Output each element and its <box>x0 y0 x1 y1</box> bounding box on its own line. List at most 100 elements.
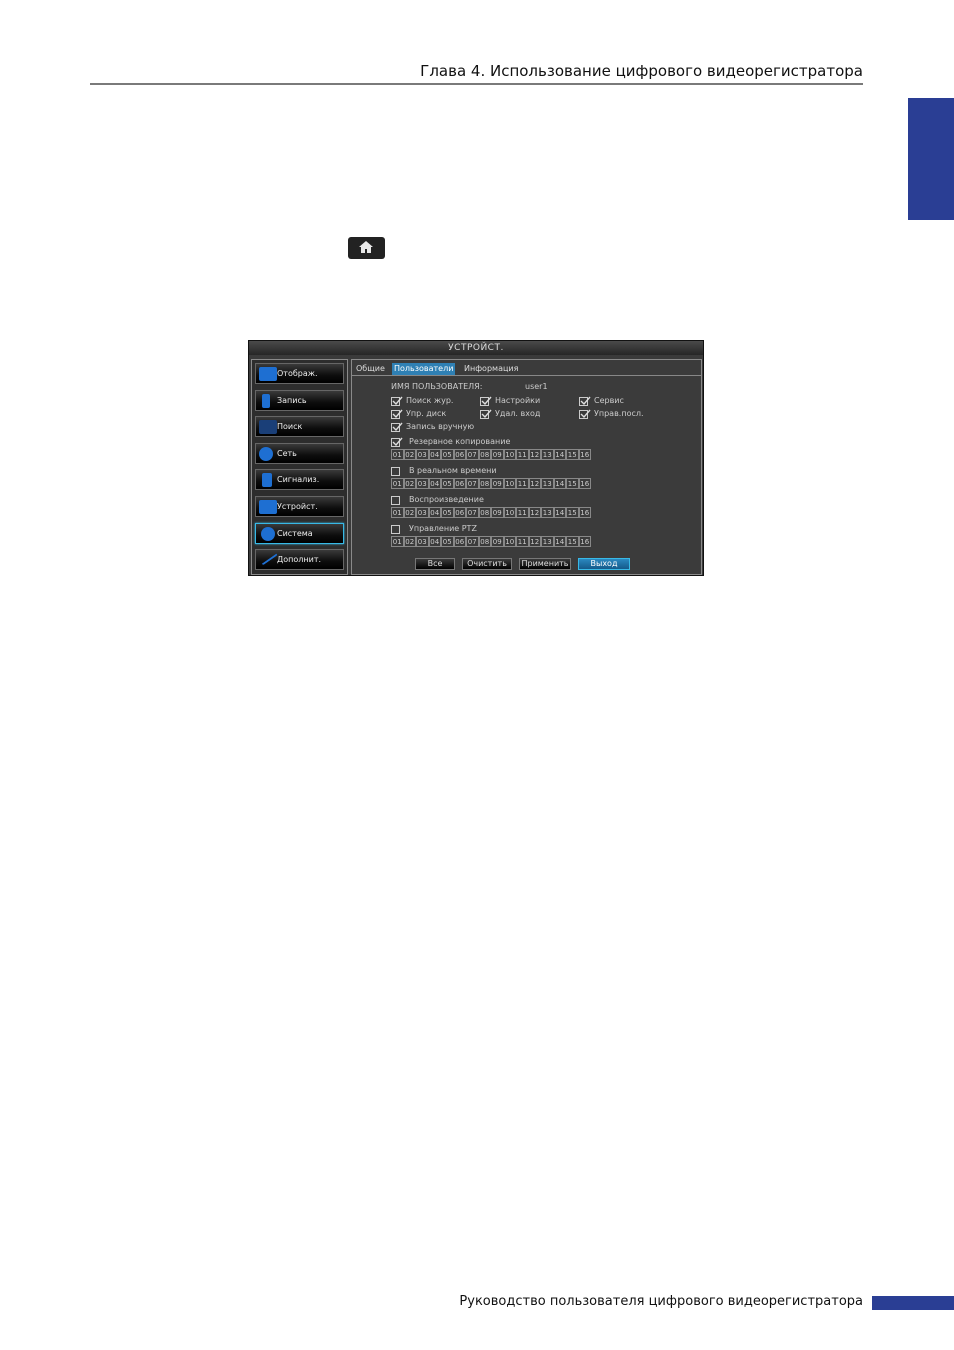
checkbox-disk-mgmt[interactable] <box>391 409 403 419</box>
channel-cell[interactable]: 11 <box>516 449 529 460</box>
tab-info[interactable]: Информация <box>462 363 520 375</box>
checkbox-remote-login[interactable] <box>480 409 492 419</box>
channel-row-live: 01 02 03 04 05 06 07 08 09 10 11 12 13 14 15 16 <box>391 478 591 489</box>
channel-cell[interactable]: 07 <box>466 449 479 460</box>
checkbox-playback[interactable] <box>391 496 400 505</box>
checkbox-manual-record[interactable] <box>391 422 403 432</box>
channel-cell[interactable]: 01 <box>391 536 404 547</box>
channel-cell[interactable]: 16 <box>578 478 591 489</box>
tab-users[interactable]: Пользователи <box>392 363 456 375</box>
checkbox-live[interactable] <box>391 467 400 476</box>
channel-cell[interactable]: 05 <box>441 536 454 547</box>
channel-cell[interactable]: 15 <box>566 536 579 547</box>
channel-cell[interactable]: 11 <box>516 507 529 518</box>
channel-cell[interactable]: 13 <box>541 507 554 518</box>
select-all-button[interactable]: Все <box>415 558 455 570</box>
checkbox-service[interactable] <box>579 396 591 406</box>
channel-cell[interactable]: 07 <box>466 478 479 489</box>
channel-cell[interactable]: 01 <box>391 449 404 460</box>
channel-cell[interactable]: 05 <box>441 478 454 489</box>
menu-item-system[interactable]: Система <box>255 523 344 544</box>
channel-cell[interactable]: 15 <box>566 478 579 489</box>
channel-cell[interactable]: 13 <box>541 478 554 489</box>
channel-cell[interactable]: 15 <box>566 449 579 460</box>
menu-item-display[interactable]: Отображ. <box>255 363 344 384</box>
menu-item-network[interactable]: Сеть <box>255 443 344 464</box>
channel-cell[interactable]: 12 <box>528 478 541 489</box>
channel-cell[interactable]: 02 <box>403 478 416 489</box>
gear-icon <box>261 527 275 541</box>
channel-cell[interactable]: 02 <box>403 536 416 547</box>
channel-cell[interactable]: 06 <box>453 478 466 489</box>
channel-cell[interactable]: 04 <box>428 478 441 489</box>
dvr-main-menu: Отображ. Запись Поиск Сеть Сигнализ. Уст… <box>251 359 348 575</box>
channel-cell[interactable]: 01 <box>391 478 404 489</box>
monitor-icon <box>259 367 277 381</box>
search-icon <box>259 420 277 434</box>
clear-button[interactable]: Очистить <box>462 558 512 570</box>
channel-cell[interactable]: 14 <box>553 507 566 518</box>
tab-general[interactable]: Общие <box>354 363 387 375</box>
channel-cell[interactable]: 03 <box>416 507 429 518</box>
channel-cell[interactable]: 06 <box>453 536 466 547</box>
channel-cell[interactable]: 12 <box>528 507 541 518</box>
channel-cell[interactable]: 03 <box>416 449 429 460</box>
channel-cell[interactable]: 12 <box>528 449 541 460</box>
channel-cell[interactable]: 11 <box>516 536 529 547</box>
channel-cell[interactable]: 12 <box>528 536 541 547</box>
channel-cell[interactable]: 09 <box>491 449 504 460</box>
channel-cell[interactable]: 14 <box>553 478 566 489</box>
menu-item-search[interactable]: Поиск <box>255 416 344 437</box>
checkbox-serial-control[interactable] <box>579 409 591 419</box>
menu-item-record[interactable]: Запись <box>255 390 344 411</box>
channel-cell[interactable]: 06 <box>453 449 466 460</box>
menu-item-alarm[interactable]: Сигнализ. <box>255 469 344 490</box>
channel-cell[interactable]: 08 <box>478 507 491 518</box>
channel-cell[interactable]: 10 <box>503 478 516 489</box>
menu-item-label: Устройст. <box>277 502 318 511</box>
channel-cell[interactable]: 07 <box>466 507 479 518</box>
channel-cell[interactable]: 02 <box>403 449 416 460</box>
channel-cell[interactable]: 15 <box>566 507 579 518</box>
channel-cell[interactable]: 16 <box>578 507 591 518</box>
channel-cell[interactable]: 01 <box>391 507 404 518</box>
channel-cell[interactable]: 10 <box>503 536 516 547</box>
channel-cell[interactable]: 06 <box>453 507 466 518</box>
channel-cell[interactable]: 10 <box>503 449 516 460</box>
channel-cell[interactable]: 09 <box>491 507 504 518</box>
checkbox-backup[interactable] <box>391 437 403 447</box>
channel-cell[interactable]: 09 <box>491 478 504 489</box>
channel-cell[interactable]: 16 <box>578 449 591 460</box>
channel-cell[interactable]: 02 <box>403 507 416 518</box>
channel-cell[interactable]: 05 <box>441 449 454 460</box>
channel-cell[interactable]: 16 <box>578 536 591 547</box>
menu-item-advanced[interactable]: Дополнит. <box>255 548 344 570</box>
channel-cell[interactable]: 08 <box>478 449 491 460</box>
channel-cell[interactable]: 04 <box>428 536 441 547</box>
channel-cell[interactable]: 08 <box>478 478 491 489</box>
channel-cell[interactable]: 14 <box>553 536 566 547</box>
channel-cell[interactable]: 04 <box>428 449 441 460</box>
exit-button[interactable]: Выход <box>578 558 630 570</box>
channel-cell[interactable]: 11 <box>516 478 529 489</box>
channel-cell[interactable]: 03 <box>416 478 429 489</box>
menu-item-device[interactable]: Устройст. <box>255 496 344 517</box>
checkbox-ptz[interactable] <box>391 525 400 534</box>
channel-cell[interactable]: 13 <box>541 536 554 547</box>
network-icon <box>259 447 273 461</box>
page-number-bar <box>872 1296 954 1310</box>
channel-cell[interactable]: 09 <box>491 536 504 547</box>
apply-button[interactable]: Применить <box>519 558 571 570</box>
channel-cell[interactable]: 10 <box>503 507 516 518</box>
channel-cell[interactable]: 14 <box>553 449 566 460</box>
channel-cell[interactable]: 08 <box>478 536 491 547</box>
channel-cell[interactable]: 03 <box>416 536 429 547</box>
channel-cell[interactable]: 05 <box>441 507 454 518</box>
checkbox-log-search[interactable] <box>391 396 403 406</box>
checkbox-settings[interactable] <box>480 396 492 406</box>
channel-cell[interactable]: 04 <box>428 507 441 518</box>
menu-item-label: Система <box>277 529 313 538</box>
channel-cell[interactable]: 07 <box>466 536 479 547</box>
group-label: Резервное копирование <box>409 437 511 446</box>
channel-cell[interactable]: 13 <box>541 449 554 460</box>
